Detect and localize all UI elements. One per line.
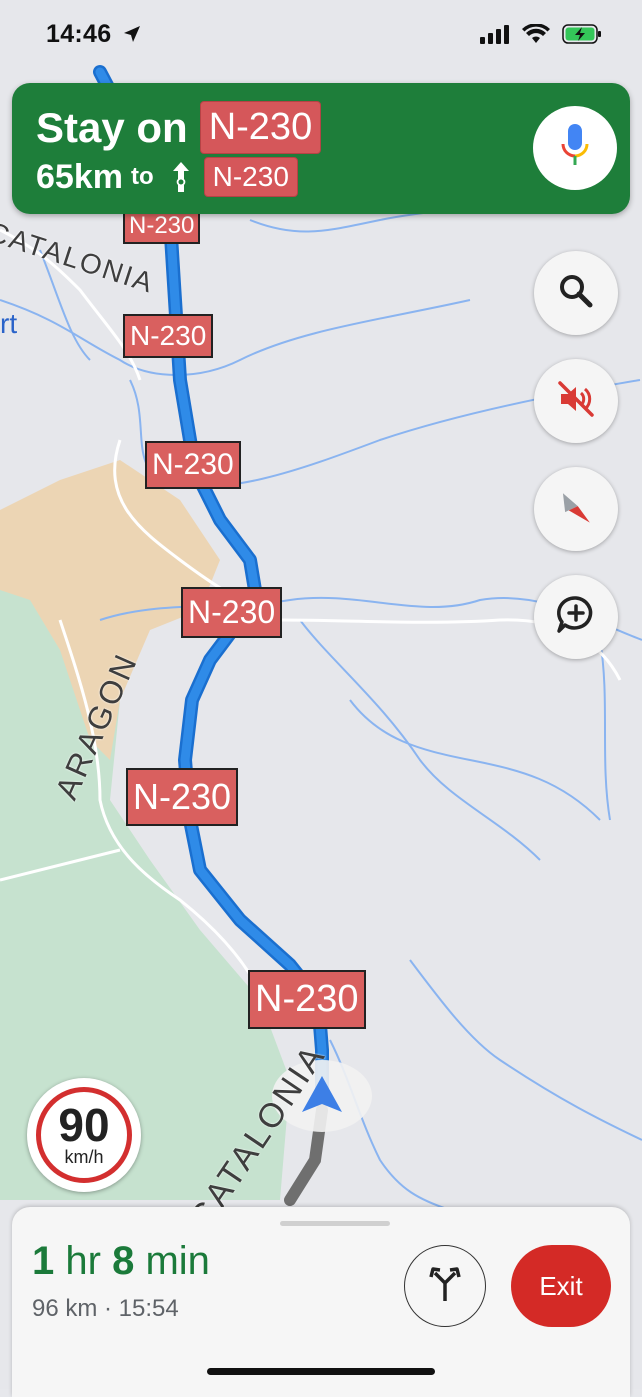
nav-next-step: 65km to N-230 (36, 157, 298, 197)
compass-icon (556, 485, 596, 534)
eta-minutes: 8 (112, 1239, 135, 1283)
nav-to-label: to (130, 163, 154, 190)
location-services-icon (123, 21, 141, 50)
eta-distance-arrival: 96 km · 15:54 (32, 1295, 179, 1322)
nav-road-badge: N-230 (199, 101, 322, 154)
speed-limit-value: 90 (58, 1098, 110, 1151)
eta-minutes-unit: min (145, 1239, 210, 1283)
eta-duration: 1 hr 8 min (32, 1239, 210, 1284)
nav-distance: 65km (36, 157, 123, 196)
nav-instruction-text: Stay on (36, 103, 188, 151)
nav-next-road-badge: N-230 (203, 157, 298, 197)
continue-straight-icon (168, 160, 194, 194)
add-report-button[interactable] (534, 575, 618, 659)
sound-muted-icon (556, 379, 596, 424)
status-bar: 14:46 (0, 0, 642, 72)
road-label: N-230 (181, 587, 283, 638)
speed-limit-ring: 90 km/h (36, 1087, 132, 1183)
navigation-banner[interactable]: Stay on N-230 65km to N-230 (12, 83, 630, 214)
road-label: N-230 (145, 441, 241, 489)
status-time-text: 14:46 (46, 20, 112, 48)
fork-routes-icon (428, 1265, 462, 1308)
compass-button[interactable] (534, 467, 618, 551)
road-label: N-230 (248, 970, 366, 1029)
speed-limit-sign: 90 km/h (27, 1078, 141, 1192)
mute-button[interactable] (534, 359, 618, 443)
road-label: N-230 (126, 768, 239, 826)
road-label: N-230 (123, 314, 214, 358)
eta-hours-unit: hr (65, 1239, 101, 1283)
exit-navigation-button[interactable]: Exit (511, 1245, 611, 1327)
cellular-signal-icon (480, 24, 510, 49)
nav-instruction: Stay on N-230 (36, 101, 322, 154)
microphone-icon (559, 122, 591, 175)
search-icon (558, 273, 594, 314)
eta-hours: 1 (32, 1239, 55, 1283)
sheet-drag-handle[interactable] (280, 1221, 390, 1226)
add-comment-icon (555, 594, 597, 641)
speed-limit-unit: km/h (64, 1146, 104, 1167)
voice-search-button[interactable] (533, 106, 617, 190)
home-indicator[interactable] (207, 1368, 435, 1375)
status-time: 14:46 (46, 20, 141, 50)
wifi-icon (522, 23, 550, 49)
battery-charging-icon (562, 24, 602, 49)
search-button[interactable] (534, 251, 618, 335)
alternate-routes-button[interactable] (404, 1245, 486, 1327)
status-icons (480, 23, 602, 49)
place-label-partial[interactable]: rt (0, 308, 17, 340)
